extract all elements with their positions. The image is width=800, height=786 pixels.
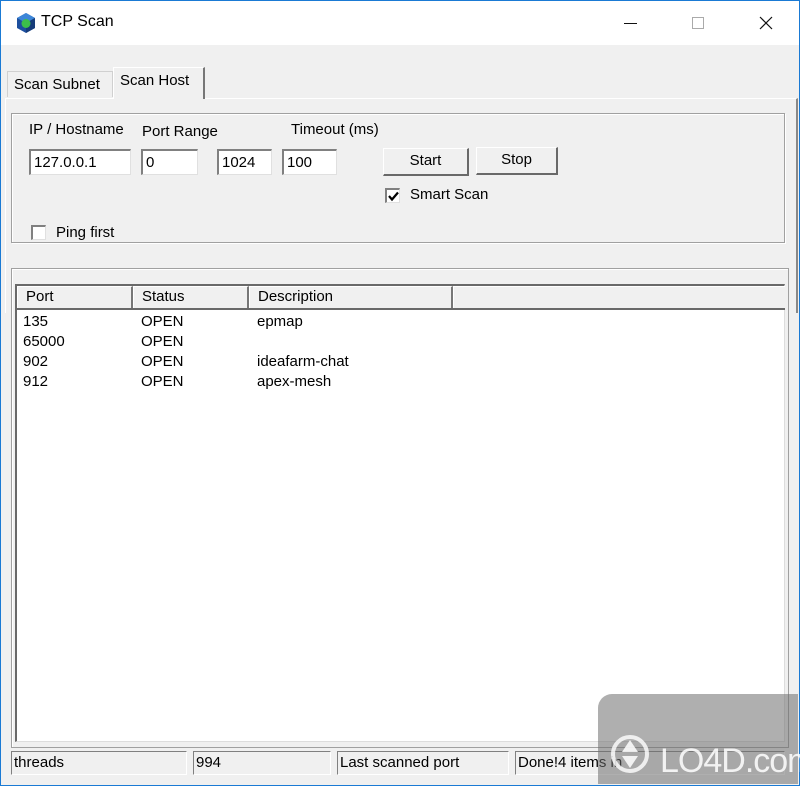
results-header: Port Status Description bbox=[17, 286, 785, 310]
column-header-description[interactable]: Description bbox=[249, 286, 453, 308]
description-cell: epmap bbox=[257, 313, 303, 330]
ip-hostname-label: IP / Hostname bbox=[29, 121, 124, 138]
description-cell: apex-mesh bbox=[257, 373, 332, 390]
window-title: TCP Scan bbox=[41, 13, 114, 30]
ping-first-label: Ping first bbox=[56, 224, 115, 241]
watermark-text: LO4D.com bbox=[660, 742, 800, 780]
table-row[interactable]: 65000 OPEN bbox=[17, 332, 785, 352]
port-cell: 902 bbox=[23, 353, 49, 370]
timeout-label: Timeout (ms) bbox=[291, 121, 379, 138]
start-button[interactable]: Start bbox=[383, 148, 469, 176]
close-button[interactable] bbox=[743, 1, 789, 45]
table-row[interactable]: 912 OPEN apex-mesh bbox=[17, 372, 785, 392]
close-icon bbox=[759, 16, 773, 30]
smart-scan-checkbox[interactable] bbox=[385, 188, 400, 203]
checkmark-icon bbox=[388, 191, 399, 202]
column-header-empty[interactable] bbox=[453, 286, 785, 308]
port-cell: 65000 bbox=[23, 333, 65, 350]
tab-scan-subnet[interactable]: Scan Subnet bbox=[7, 71, 113, 97]
status-cell: OPEN bbox=[141, 373, 184, 390]
status-threads-value: 994 bbox=[193, 751, 331, 775]
results-rows: 135 OPEN epmap 65000 OPEN 902 OPEN ideaf… bbox=[17, 312, 785, 392]
port-cell: 912 bbox=[23, 373, 49, 390]
ping-first-checkbox[interactable] bbox=[31, 225, 46, 240]
table-row[interactable]: 135 OPEN epmap bbox=[17, 312, 785, 332]
maximize-icon bbox=[692, 17, 704, 29]
column-header-port[interactable]: Port bbox=[17, 286, 133, 308]
tab-scan-host[interactable]: Scan Host bbox=[113, 67, 205, 99]
port-from-input[interactable] bbox=[141, 149, 198, 175]
minimize-icon bbox=[623, 22, 637, 24]
status-threads-label: threads bbox=[11, 751, 187, 775]
table-row[interactable]: 902 OPEN ideafarm-chat bbox=[17, 352, 785, 372]
smart-scan-label: Smart Scan bbox=[410, 186, 489, 203]
status-cell: OPEN bbox=[141, 353, 184, 370]
watermark-logo-icon bbox=[611, 735, 649, 773]
results-list[interactable]: Port Status Description 135 OPEN epmap 6… bbox=[15, 284, 785, 742]
title-bar[interactable]: TCP Scan bbox=[1, 1, 799, 45]
port-range-label: Port Range bbox=[142, 123, 218, 140]
port-cell: 135 bbox=[23, 313, 49, 330]
minimize-button[interactable] bbox=[607, 1, 653, 45]
ip-hostname-input[interactable] bbox=[29, 149, 131, 175]
description-cell: ideafarm-chat bbox=[257, 353, 349, 370]
status-cell: OPEN bbox=[141, 313, 184, 330]
maximize-button[interactable] bbox=[675, 1, 721, 45]
app-window: TCP Scan Scan Subnet Scan Host IP / Host… bbox=[0, 0, 800, 786]
status-last-port-label: Last scanned port bbox=[337, 751, 509, 775]
stop-button[interactable]: Stop bbox=[476, 147, 558, 175]
scan-settings-group bbox=[11, 113, 785, 243]
client-area: Scan Subnet Scan Host IP / Hostname Port… bbox=[1, 45, 799, 785]
description-cell bbox=[251, 332, 455, 352]
column-header-status[interactable]: Status bbox=[133, 286, 249, 308]
status-cell: OPEN bbox=[141, 333, 184, 350]
port-to-input[interactable] bbox=[217, 149, 272, 175]
cube-icon bbox=[17, 13, 35, 33]
timeout-input[interactable] bbox=[282, 149, 337, 175]
